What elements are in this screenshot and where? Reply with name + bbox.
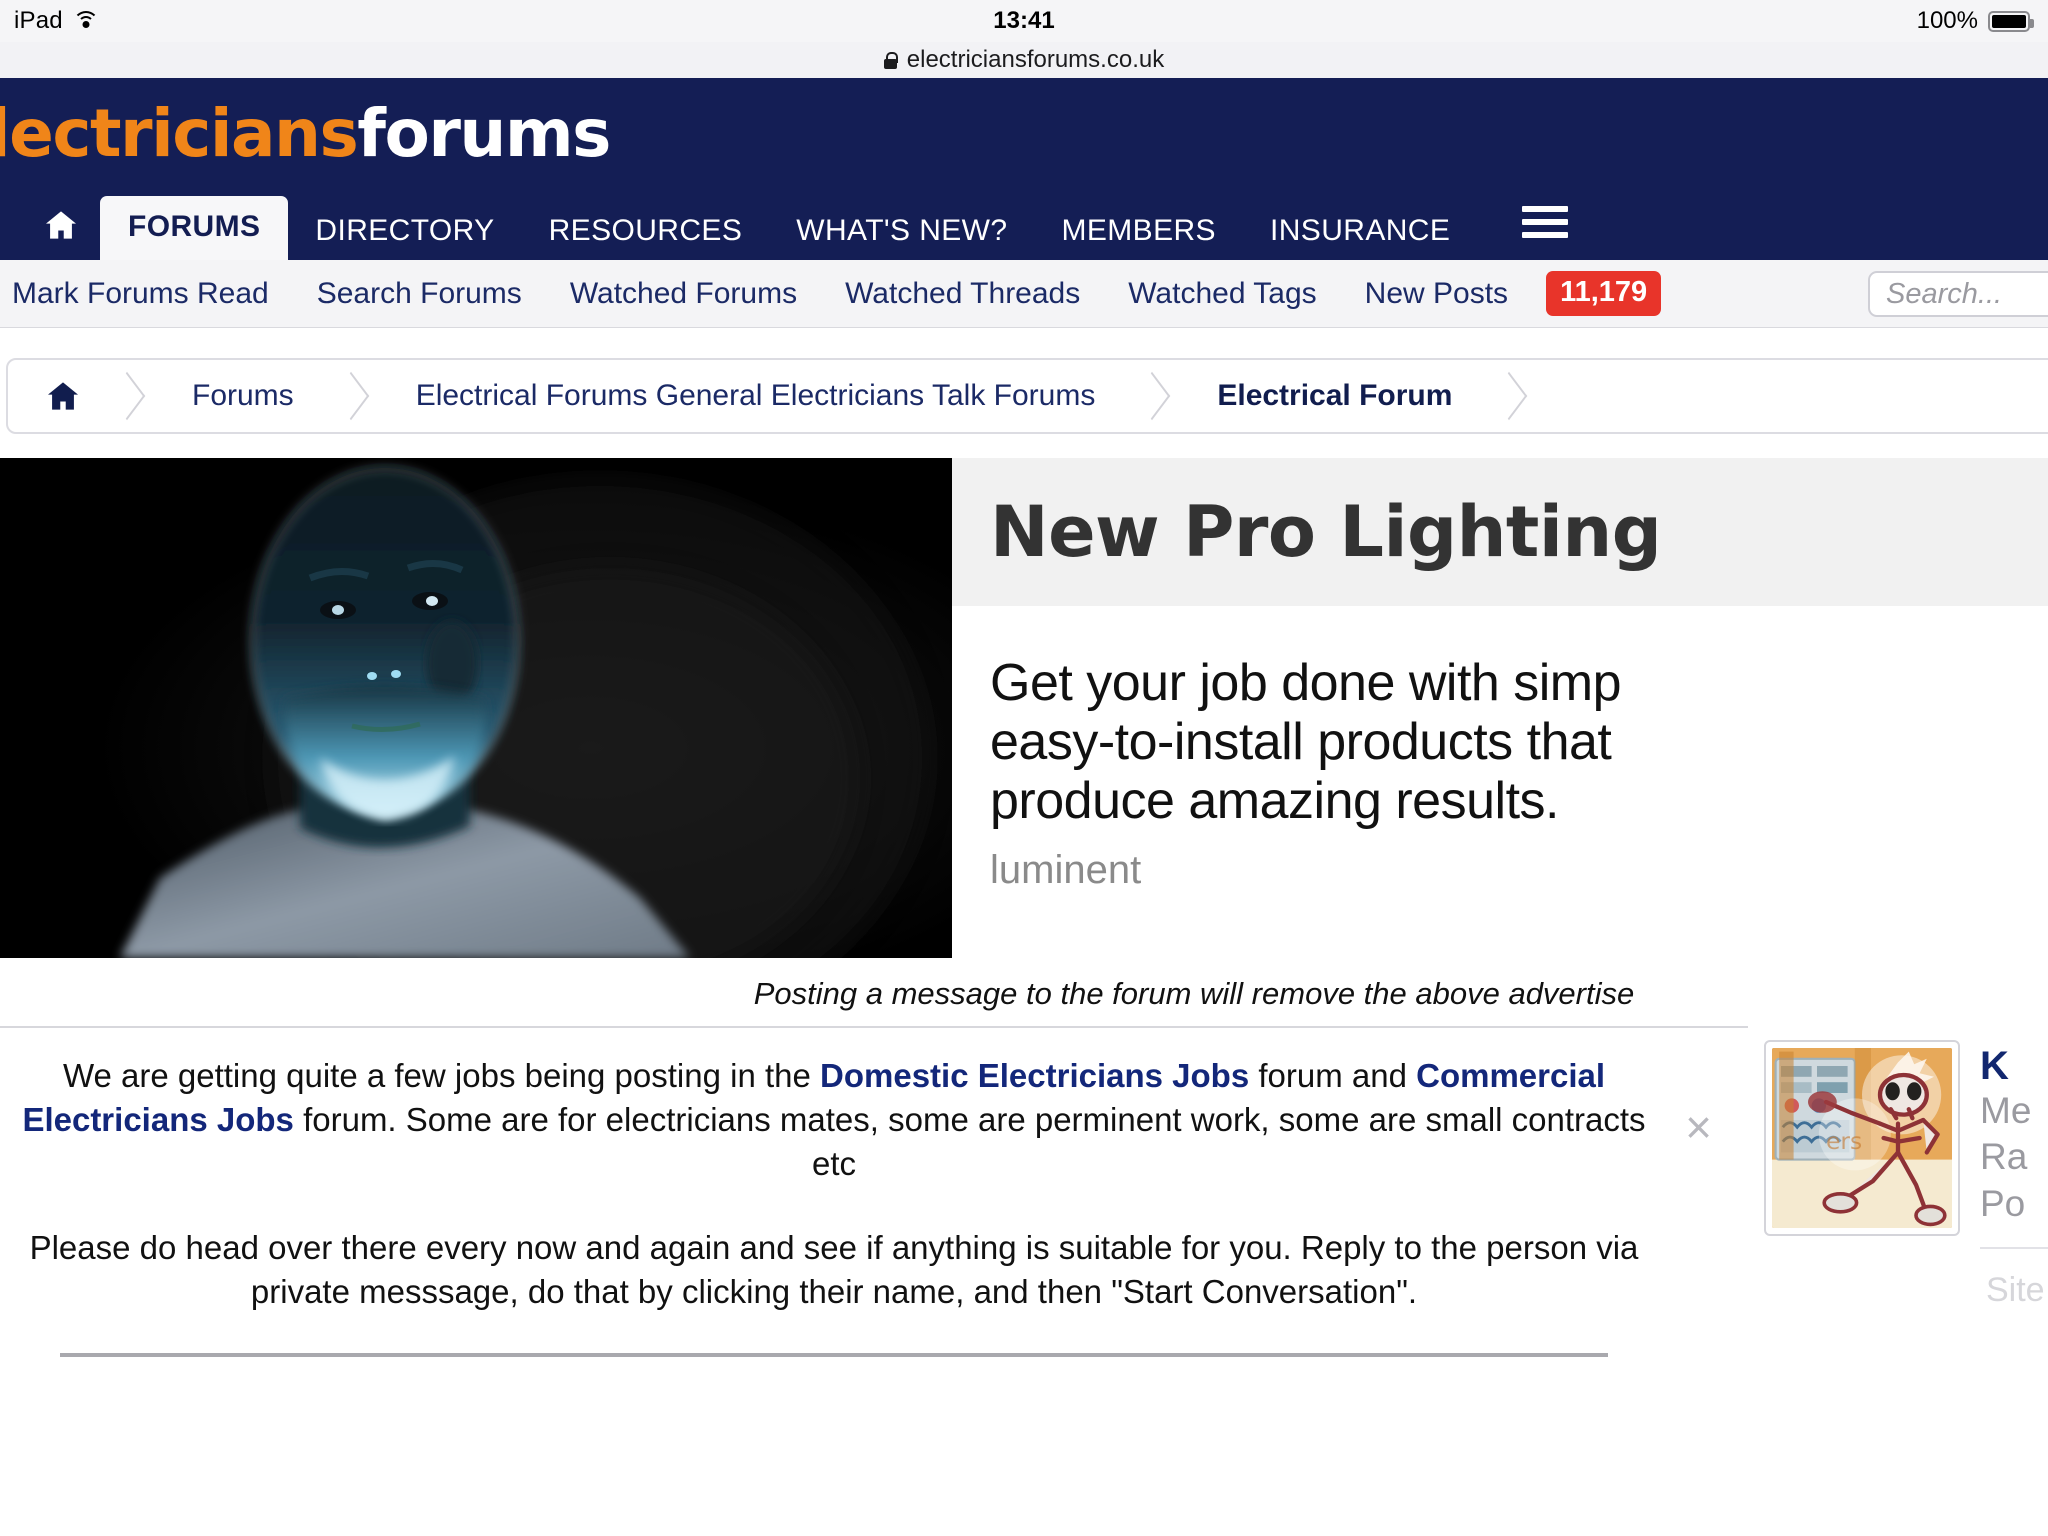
notice-paragraph-1: We are getting quite a few jobs being po… (10, 1054, 1658, 1186)
ad-description-line-1: Get your job done with simp (990, 654, 1622, 712)
sidebar-divider (1980, 1246, 2048, 1249)
url-text: electriciansforums.co.uk (906, 46, 1165, 73)
battery-percent-label: 100% (1916, 7, 1978, 34)
breadcrumb-separator (1492, 360, 1526, 432)
svg-text:ers: ers (1826, 1127, 1862, 1155)
new-posts-badge: 11,179 (1546, 271, 1662, 316)
notice-text-a: We are getting quite a few jobs being po… (62, 1057, 821, 1094)
battery-icon (1988, 10, 2034, 32)
main-navigation: FORUMS DIRECTORY RESOURCES WHAT'S NEW? M… (0, 190, 2048, 260)
ad-description-line-2: easy-to-install products that (990, 712, 1612, 771)
status-bar-right: 100% (1916, 7, 2034, 35)
subnav-new-posts[interactable]: New Posts (1341, 278, 1532, 309)
notice-divider (60, 1353, 1608, 1358)
nav-item-forums[interactable]: FORUMS (100, 196, 289, 260)
ad-removal-notice: Posting a message to the forum will remo… (0, 958, 2048, 1026)
breadcrumb: Forums Electrical Forums General Electri… (6, 358, 2048, 434)
notice-text-c: forum. Some are for electricians mates, … (293, 1100, 1646, 1182)
subnav-search-forums[interactable]: Search Forums (293, 278, 546, 309)
sidebar-widget-line-2: Ra (1980, 1136, 2028, 1178)
ad-heading: New Pro Lighting (990, 491, 1662, 573)
breadcrumb-separator (1135, 360, 1169, 432)
site-logo[interactable]: lectriciansforums (0, 78, 2048, 190)
search-box[interactable] (1868, 271, 2048, 317)
notice-paragraph-2: Please do head over there every now and … (29, 1228, 1639, 1310)
home-icon (44, 210, 78, 240)
logo-text-secondary: forums (357, 95, 611, 172)
electrocuted-skeleton-avatar-icon: ers (1772, 1048, 1952, 1228)
sidebar-widget-title[interactable]: K (1980, 1044, 2048, 1088)
breadcrumb-home[interactable] (8, 360, 110, 432)
subnav-watched-threads[interactable]: Watched Threads (821, 278, 1104, 309)
nav-item-members[interactable]: MEMBERS (1034, 202, 1243, 260)
notice-column: × We are getting quite a few jobs being … (0, 1026, 1748, 1377)
hamburger-menu-icon (1522, 206, 1569, 240)
breadcrumb-separator (334, 360, 368, 432)
browser-url-bar[interactable]: electriciansforums.co.uk (0, 42, 2048, 78)
nav-item-directory[interactable]: DIRECTORY (288, 202, 521, 260)
ad-description-line-3: produce amazing results. (990, 771, 1559, 830)
breadcrumb-item-general[interactable]: Electrical Forums General Electricians T… (368, 360, 1136, 432)
nav-item-insurance[interactable]: INSURANCE (1243, 202, 1477, 260)
nav-item-resources[interactable]: RESOURCES (522, 202, 770, 260)
subnav-watched-forums[interactable]: Watched Forums (546, 278, 821, 309)
sidebar-widget-footer: Site Supporter (1986, 1270, 2048, 1309)
breadcrumb-item-current: Electrical Forum (1217, 379, 1453, 412)
forum-sub-navigation: Mark Forums Read Search Forums Watched F… (0, 260, 2048, 328)
close-icon[interactable]: × (1685, 1104, 1712, 1150)
ad-portrait-illustration (0, 458, 952, 958)
ad-brand-name: luminent (990, 848, 1142, 893)
ios-status-bar: iPad 13:41 100% (0, 0, 2048, 42)
nav-menu-button[interactable] (1477, 192, 1595, 260)
search-input[interactable] (1886, 277, 2048, 311)
sidebar-widget: ers K Me Ra Po Site Supporter (1748, 1026, 2048, 1310)
lower-content: × We are getting quite a few jobs being … (0, 1026, 2048, 1377)
subnav-mark-forums-read[interactable]: Mark Forums Read (0, 278, 293, 309)
breadcrumb-separator (110, 360, 144, 432)
nav-item-whats-new[interactable]: WHAT'S NEW? (769, 202, 1034, 260)
forum-notice: × We are getting quite a few jobs being … (0, 1026, 1748, 1377)
lock-icon (883, 51, 899, 69)
home-icon (46, 381, 80, 411)
site-header: lectriciansforums FORUMS DIRECTORY RESOU… (0, 78, 2048, 260)
sidebar-widget-text: K Me Ra Po Site Supporter (1980, 1040, 2048, 1310)
avatar[interactable]: ers (1764, 1040, 1960, 1236)
breadcrumb-container: Forums Electrical Forums General Electri… (0, 328, 2048, 458)
advertisement-banner[interactable]: New Pro Lighting Get your job done with … (0, 458, 2048, 958)
sidebar-widget-line-1: Me (1980, 1090, 2032, 1131)
breadcrumb-item-forums[interactable]: Forums (144, 360, 334, 432)
subnav-watched-tags[interactable]: Watched Tags (1104, 278, 1340, 309)
ad-heading-band: New Pro Lighting (952, 458, 2048, 606)
status-bar-clock: 13:41 (993, 7, 1055, 34)
logo-text-primary: lectricians (0, 95, 359, 172)
sidebar-widget-line-3: Po (1980, 1182, 2026, 1224)
notice-link-domestic-jobs[interactable]: Domestic Electricians Jobs (820, 1057, 1249, 1094)
ad-image[interactable] (0, 458, 952, 958)
sub-nav-links: Mark Forums Read Search Forums Watched F… (0, 271, 1662, 316)
nav-home-button[interactable] (30, 198, 100, 260)
ad-text-panel: New Pro Lighting Get your job done with … (952, 458, 2048, 958)
ad-body: Get your job done with simp easy-to-inst… (952, 606, 2048, 958)
notice-text-b: forum and (1249, 1057, 1417, 1094)
